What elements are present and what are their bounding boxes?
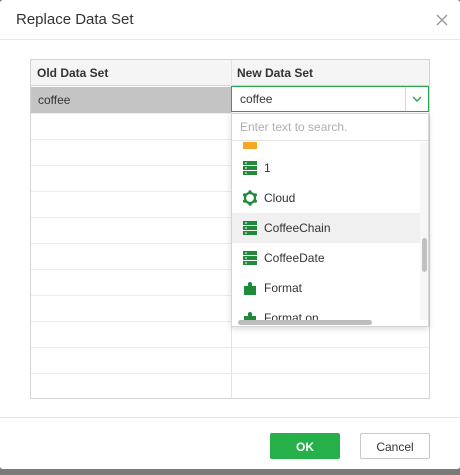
column-header-new: New Data Set [237, 66, 314, 80]
new-data-set-value: coffee [240, 92, 273, 106]
list-item-label: CoffeeDate [264, 251, 325, 265]
list-item[interactable]: Format [232, 273, 420, 303]
search-input[interactable] [232, 114, 428, 141]
list-item-label: CoffeeChain [264, 221, 331, 235]
table-icon [242, 160, 258, 176]
vertical-scrollbar-thumb[interactable] [422, 238, 427, 272]
list-item-label: Cloud [264, 191, 296, 205]
dialog-title: Replace Data Set [16, 11, 134, 28]
data-set-dropdown: 1 Cloud CoffeeChain CoffeeDate [231, 113, 429, 327]
dialog-header: Replace Data Set [0, 0, 460, 40]
list-item[interactable]: 1 [232, 153, 420, 183]
table-icon [242, 220, 258, 236]
list-item[interactable]: CoffeeDate [232, 243, 420, 273]
close-button[interactable] [432, 10, 452, 30]
old-data-set-cell[interactable]: coffee [31, 87, 231, 113]
dialog-footer: OK Cancel [0, 417, 460, 469]
table-icon [242, 250, 258, 266]
cancel-button[interactable]: Cancel [360, 433, 430, 459]
list-item-label: 1 [264, 161, 271, 175]
column-header-old: Old Data Set [37, 66, 109, 80]
horizontal-scrollbar-thumb[interactable] [238, 320, 372, 325]
old-data-set-value: coffee [38, 93, 71, 107]
list-item[interactable]: Cloud [232, 183, 420, 213]
ok-button[interactable]: OK [270, 433, 340, 459]
replace-data-set-dialog: Replace Data Set Old Data Set New Data S… [0, 0, 460, 469]
puzzle-icon [242, 280, 258, 296]
row-divider [31, 347, 429, 348]
new-data-set-select[interactable]: coffee [231, 86, 429, 112]
grid-header: Old Data Set New Data Set [31, 60, 429, 86]
close-icon [436, 14, 448, 26]
list-item-label: Format on [264, 311, 319, 320]
backdrop-strip [0, 469, 460, 475]
list-item-label: Format [264, 281, 303, 295]
select-arrow-button[interactable] [405, 87, 428, 111]
data-set-list: 1 Cloud CoffeeChain CoffeeDate Format Fo… [232, 142, 420, 320]
puzzle-icon [242, 310, 258, 320]
vertical-scrollbar[interactable] [420, 142, 428, 320]
folder-icon [242, 142, 258, 151]
list-item-highlighted[interactable]: CoffeeChain [232, 213, 420, 243]
list-item[interactable]: Format on [232, 303, 420, 320]
row-divider [31, 373, 429, 374]
chevron-down-icon [412, 96, 422, 102]
gear-cloud-icon [242, 190, 258, 206]
